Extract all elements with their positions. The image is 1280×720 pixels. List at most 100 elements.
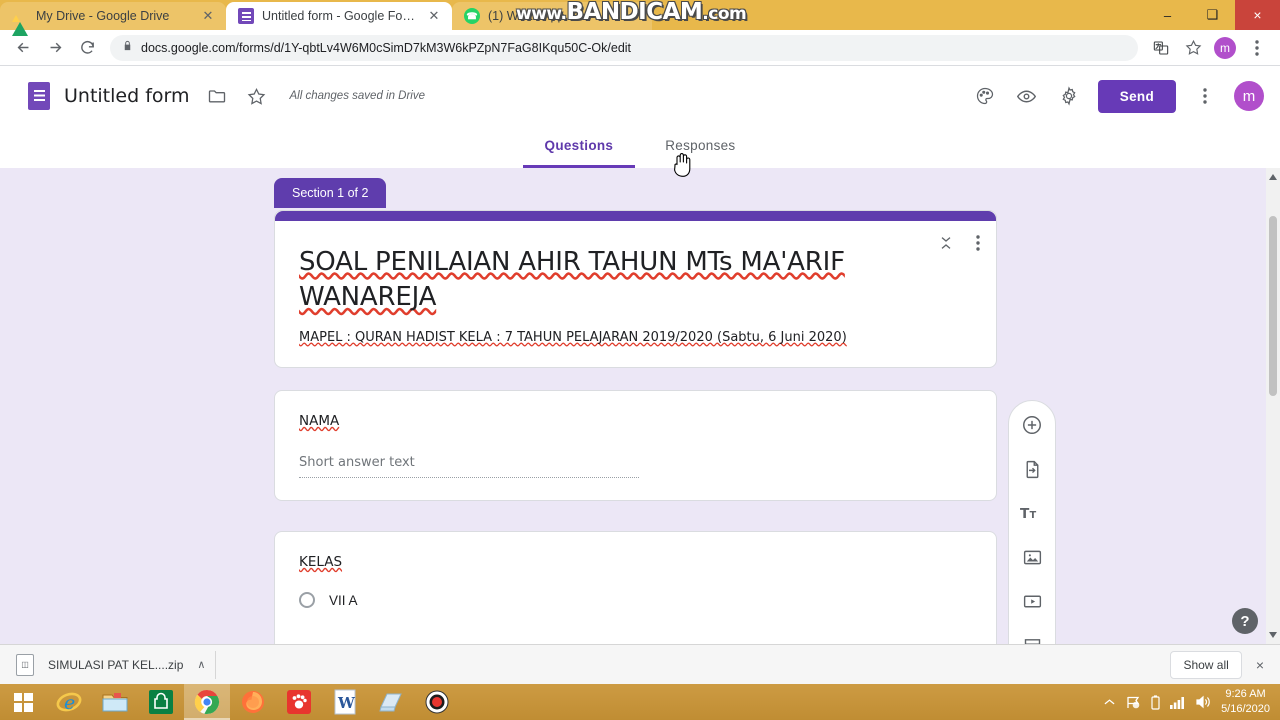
forward-icon[interactable] [40,33,70,63]
clock-time: 9:26 AM [1225,688,1266,701]
scroll-up-arrow-icon[interactable] [1269,174,1277,180]
question-label: NAMA [299,413,340,429]
internet-explorer-icon[interactable]: e [46,684,92,720]
save-status: All changes saved in Drive [289,90,426,102]
browser-tab-title: Untitled form - Google Forms [262,9,418,23]
scroll-down-arrow-icon[interactable] [1269,632,1277,638]
browser-tab-title: (1) WhatsApp [488,9,565,23]
preview-eye-icon[interactable] [1014,83,1040,109]
lock-icon [122,39,133,57]
google-chrome-icon[interactable] [184,684,230,720]
option-row[interactable]: VII A [299,592,972,608]
mozilla-firefox-icon[interactable] [230,684,276,720]
microsoft-word-icon[interactable]: W [322,684,368,720]
windows-taskbar: e W 9:26 AM 5/16/2020 [0,684,1280,720]
back-icon[interactable] [8,33,38,63]
forms-icon [238,8,254,24]
close-window-button[interactable]: × [1235,0,1280,30]
network-icon[interactable] [1170,696,1185,709]
sticky-notes-icon[interactable] [368,684,414,720]
collapse-section-icon[interactable] [938,235,954,256]
help-button[interactable]: ? [1232,608,1258,634]
browser-tab-whatsapp[interactable]: ☎ (1) WhatsApp [452,2,652,30]
star-icon[interactable] [244,83,270,109]
section-tab[interactable]: Section 1 of 2 [274,178,387,208]
zip-file-icon: ◫ [16,653,34,676]
maximize-button[interactable]: ❑ [1190,0,1235,30]
question-card-nama[interactable]: NAMA Short answer text [274,390,997,501]
form-editor-canvas: Section 1 of 2 SOAL PENILAIAN AHIR TAHUN… [0,168,1280,644]
question-toolbar: TT [1008,400,1056,644]
window-controls: – ❑ × [1145,0,1280,30]
add-video-icon[interactable] [1016,585,1048,617]
download-bar: ◫ SIMULASI PAT KEL....zip ∧ Show all × [0,644,1280,684]
forms-tabs: Questions Responses [0,126,1280,168]
gom-player-icon[interactable] [276,684,322,720]
start-icon[interactable] [0,684,46,720]
download-item[interactable]: ◫ SIMULASI PAT KEL....zip ∧ [12,650,217,679]
tab-questions[interactable]: Questions [523,126,636,168]
import-questions-icon[interactable] [1016,453,1048,485]
minimize-button[interactable]: – [1145,0,1190,30]
move-to-folder-icon[interactable] [204,83,230,109]
question-label: KELAS [299,554,343,570]
reload-icon[interactable] [72,33,102,63]
page-scrollbar[interactable] [1266,168,1280,644]
translate-icon[interactable] [1146,33,1176,63]
forms-header-actions: Send m [972,79,1264,113]
form-description[interactable]: MAPEL : QURAN HADIST KELA : 7 TAHUN PELA… [299,330,972,345]
card-tools [938,235,980,256]
add-question-icon[interactable] [1016,409,1048,441]
download-bar-actions: Show all × [1170,650,1268,679]
bookmark-star-icon[interactable] [1178,33,1208,63]
option-label: VII A [329,592,358,608]
show-all-downloads-button[interactable]: Show all [1170,650,1242,679]
more-options-icon[interactable] [1192,83,1218,109]
action-center-icon[interactable] [1125,695,1141,710]
page-title[interactable]: Untitled form [64,85,190,107]
form-title-card[interactable]: SOAL PENILAIAN AHIR TAHUN MTs MA'ARIF WA… [274,210,997,368]
download-file-name: SIMULASI PAT KEL....zip [48,657,184,672]
microsoft-store-icon[interactable] [138,684,184,720]
address-bar[interactable]: docs.google.com/forms/d/1Y-qbtLv4W6M0cSi… [110,34,1138,61]
browser-tab-strip: My Drive - Google Drive ✕ Untitled form … [0,0,1280,36]
clock-date: 5/16/2020 [1221,703,1270,715]
bandicam-icon[interactable] [414,684,460,720]
chrome-menu-icon[interactable] [1242,33,1272,63]
forms-header: Untitled form All changes saved in Drive… [0,66,1280,126]
taskbar-clock[interactable]: 9:26 AM 5/16/2020 [1221,687,1270,717]
add-title-description-icon[interactable]: TT [1016,497,1048,529]
question-card-kelas[interactable]: KELAS VII A [274,531,997,644]
short-answer-placeholder: Short answer text [299,455,639,478]
file-explorer-icon[interactable] [92,684,138,720]
browser-tab-my-drive[interactable]: My Drive - Google Drive ✕ [0,2,226,36]
add-image-icon[interactable] [1016,541,1048,573]
volume-icon[interactable] [1195,695,1211,709]
settings-gear-icon[interactable] [1056,83,1082,109]
download-menu-caret-icon[interactable]: ∧ [197,658,205,671]
browser-tab-untitled-form[interactable]: Untitled form - Google Forms ✕ [226,2,452,30]
scrollbar-thumb[interactable] [1269,216,1277,396]
svg-text:W: W [337,694,356,712]
section-more-options-icon[interactable] [976,235,980,256]
chrome-profile-avatar[interactable]: m [1214,36,1236,59]
theme-palette-icon[interactable] [972,83,998,109]
add-section-icon[interactable] [1016,629,1048,644]
svg-text:e: e [64,692,75,714]
svg-text:T: T [1030,510,1037,521]
tab-close-icon[interactable]: ✕ [426,8,442,24]
svg-text:T: T [1020,506,1030,522]
drive-icon [12,8,28,36]
google-account-avatar[interactable]: m [1234,81,1264,111]
omnibox-actions: m [1146,33,1272,63]
tab-close-icon[interactable]: ✕ [200,8,216,24]
close-download-bar-icon[interactable]: × [1256,657,1268,673]
show-hidden-icons-icon[interactable] [1104,698,1115,706]
send-button[interactable]: Send [1097,79,1176,113]
radio-button-icon[interactable] [299,592,315,608]
form-heading-line1: SOAL PENILAIAN AHIR TAHUN MTs MA'ARIF [299,247,845,277]
form-heading[interactable]: SOAL PENILAIAN AHIR TAHUN MTs MA'ARIF WA… [299,245,972,316]
battery-icon[interactable] [1151,694,1160,710]
tab-responses[interactable]: Responses [643,126,757,168]
whatsapp-icon: ☎ [464,8,480,24]
